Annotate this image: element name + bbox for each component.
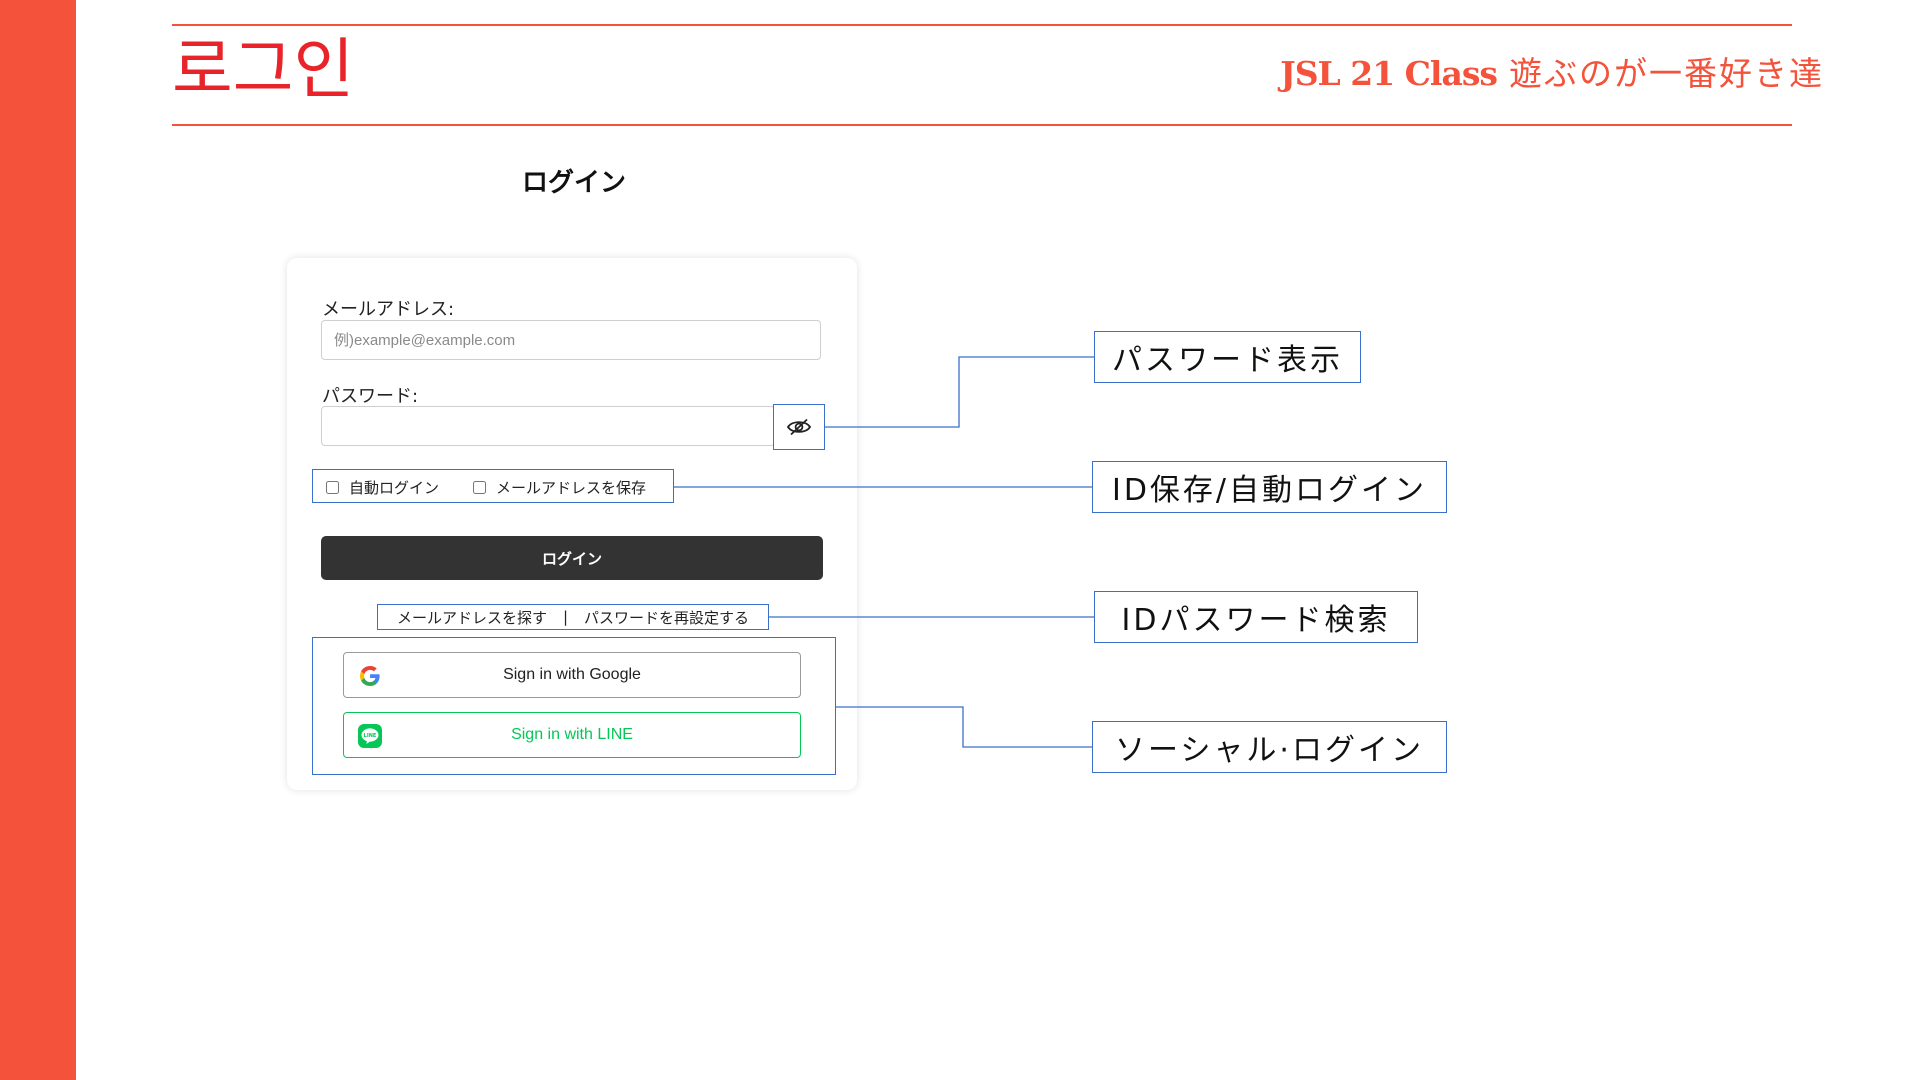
email-input[interactable] <box>321 320 821 360</box>
callout-show-password: パスワード表示 <box>1094 331 1361 383</box>
google-signin-label: Sign in with Google <box>503 666 641 683</box>
account-recovery-links: メールアドレスを探す | パスワードを再設定する <box>377 604 769 630</box>
login-page-heading: ログイン <box>521 168 626 198</box>
slide-title: 로그인 <box>172 31 355 108</box>
google-signin-button[interactable]: Sign in with Google <box>343 652 801 698</box>
show-password-toggle[interactable] <box>773 404 825 450</box>
callout-id-password-search: IDパスワード検索 <box>1094 591 1418 643</box>
connector-social-login <box>836 706 1092 748</box>
save-email-label: メールアドレスを保存 <box>496 479 647 497</box>
reset-password-link[interactable]: パスワードを再設定する <box>584 607 749 628</box>
password-label: パスワード: <box>322 386 419 407</box>
accent-side-bar <box>0 0 76 1080</box>
save-email-option[interactable]: メールアドレスを保存 <box>473 477 646 498</box>
auto-login-label: 自動ログイン <box>349 479 440 497</box>
password-input[interactable] <box>321 406 775 446</box>
line-logo-icon: LINE <box>358 724 382 748</box>
header-bottom-rule <box>172 124 1792 126</box>
find-email-link[interactable]: メールアドレスを探す <box>397 607 547 628</box>
brand-label: JSL 21 Class 遊ぶのが一番好き達 <box>1280 50 1824 98</box>
line-signin-button[interactable]: LINE Sign in with LINE <box>343 712 801 758</box>
login-button[interactable]: ログイン <box>321 536 823 580</box>
auto-login-option[interactable]: 自動ログイン <box>326 477 439 498</box>
auto-login-checkbox[interactable] <box>326 481 339 494</box>
callout-id-save-auto-login: ID保存/自動ログイン <box>1092 461 1447 513</box>
header-top-rule <box>172 24 1792 26</box>
email-label: メールアドレス: <box>322 299 455 320</box>
line-signin-label: Sign in with LINE <box>511 726 633 743</box>
eye-slash-icon <box>786 418 812 436</box>
link-separator: | <box>562 608 569 626</box>
callout-social-login: ソーシャル·ログイン <box>1092 721 1447 773</box>
save-email-checkbox[interactable] <box>473 481 486 494</box>
brand-name: JSL 21 Class <box>1280 54 1498 93</box>
connector-show-password <box>825 356 1094 428</box>
google-logo-icon <box>360 666 380 686</box>
line-logo-text: LINE <box>364 733 377 739</box>
brand-tagline: 遊ぶのが一番好き達 <box>1509 54 1824 93</box>
